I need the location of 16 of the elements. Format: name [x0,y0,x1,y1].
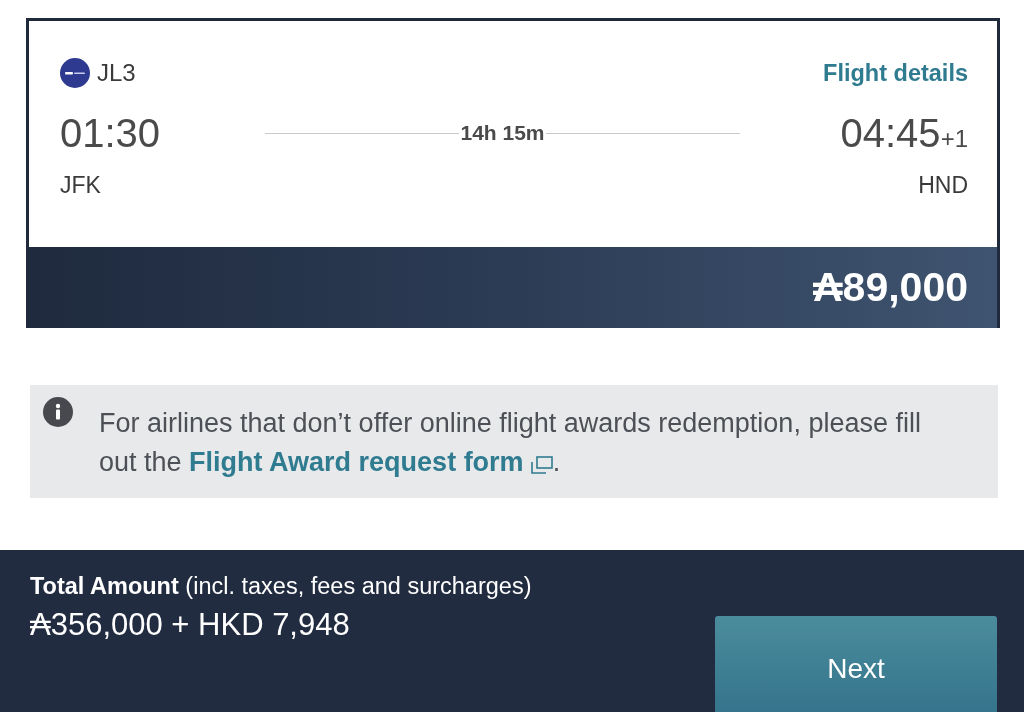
departure-airport: JFK [60,172,101,199]
request-form-link[interactable]: Flight Award request form [189,447,553,477]
miles-price: ₳89,000 [813,264,968,311]
departure-time: 01:30 [60,110,162,156]
arrival-time: 04:45 [840,110,941,156]
next-button[interactable]: Next [715,616,997,712]
airline-logo-icon [60,58,90,88]
flight-details-link[interactable]: Flight details [823,59,968,87]
total-amount: ₳356,000 + HKD 7,948 [30,607,351,643]
total-amount-label: Total Amount (incl. taxes, fees and surcharges) [30,572,532,600]
flight-number: JL3 [97,59,136,87]
notice-text: For airlines that don’t offer online flight awards redemption, please fill out the Flight Award request form . [99,407,922,479]
info-icon [43,397,73,427]
arrival-airport: HND [918,172,968,199]
external-window-icon [530,456,553,474]
day-offset: +1 [940,125,968,153]
